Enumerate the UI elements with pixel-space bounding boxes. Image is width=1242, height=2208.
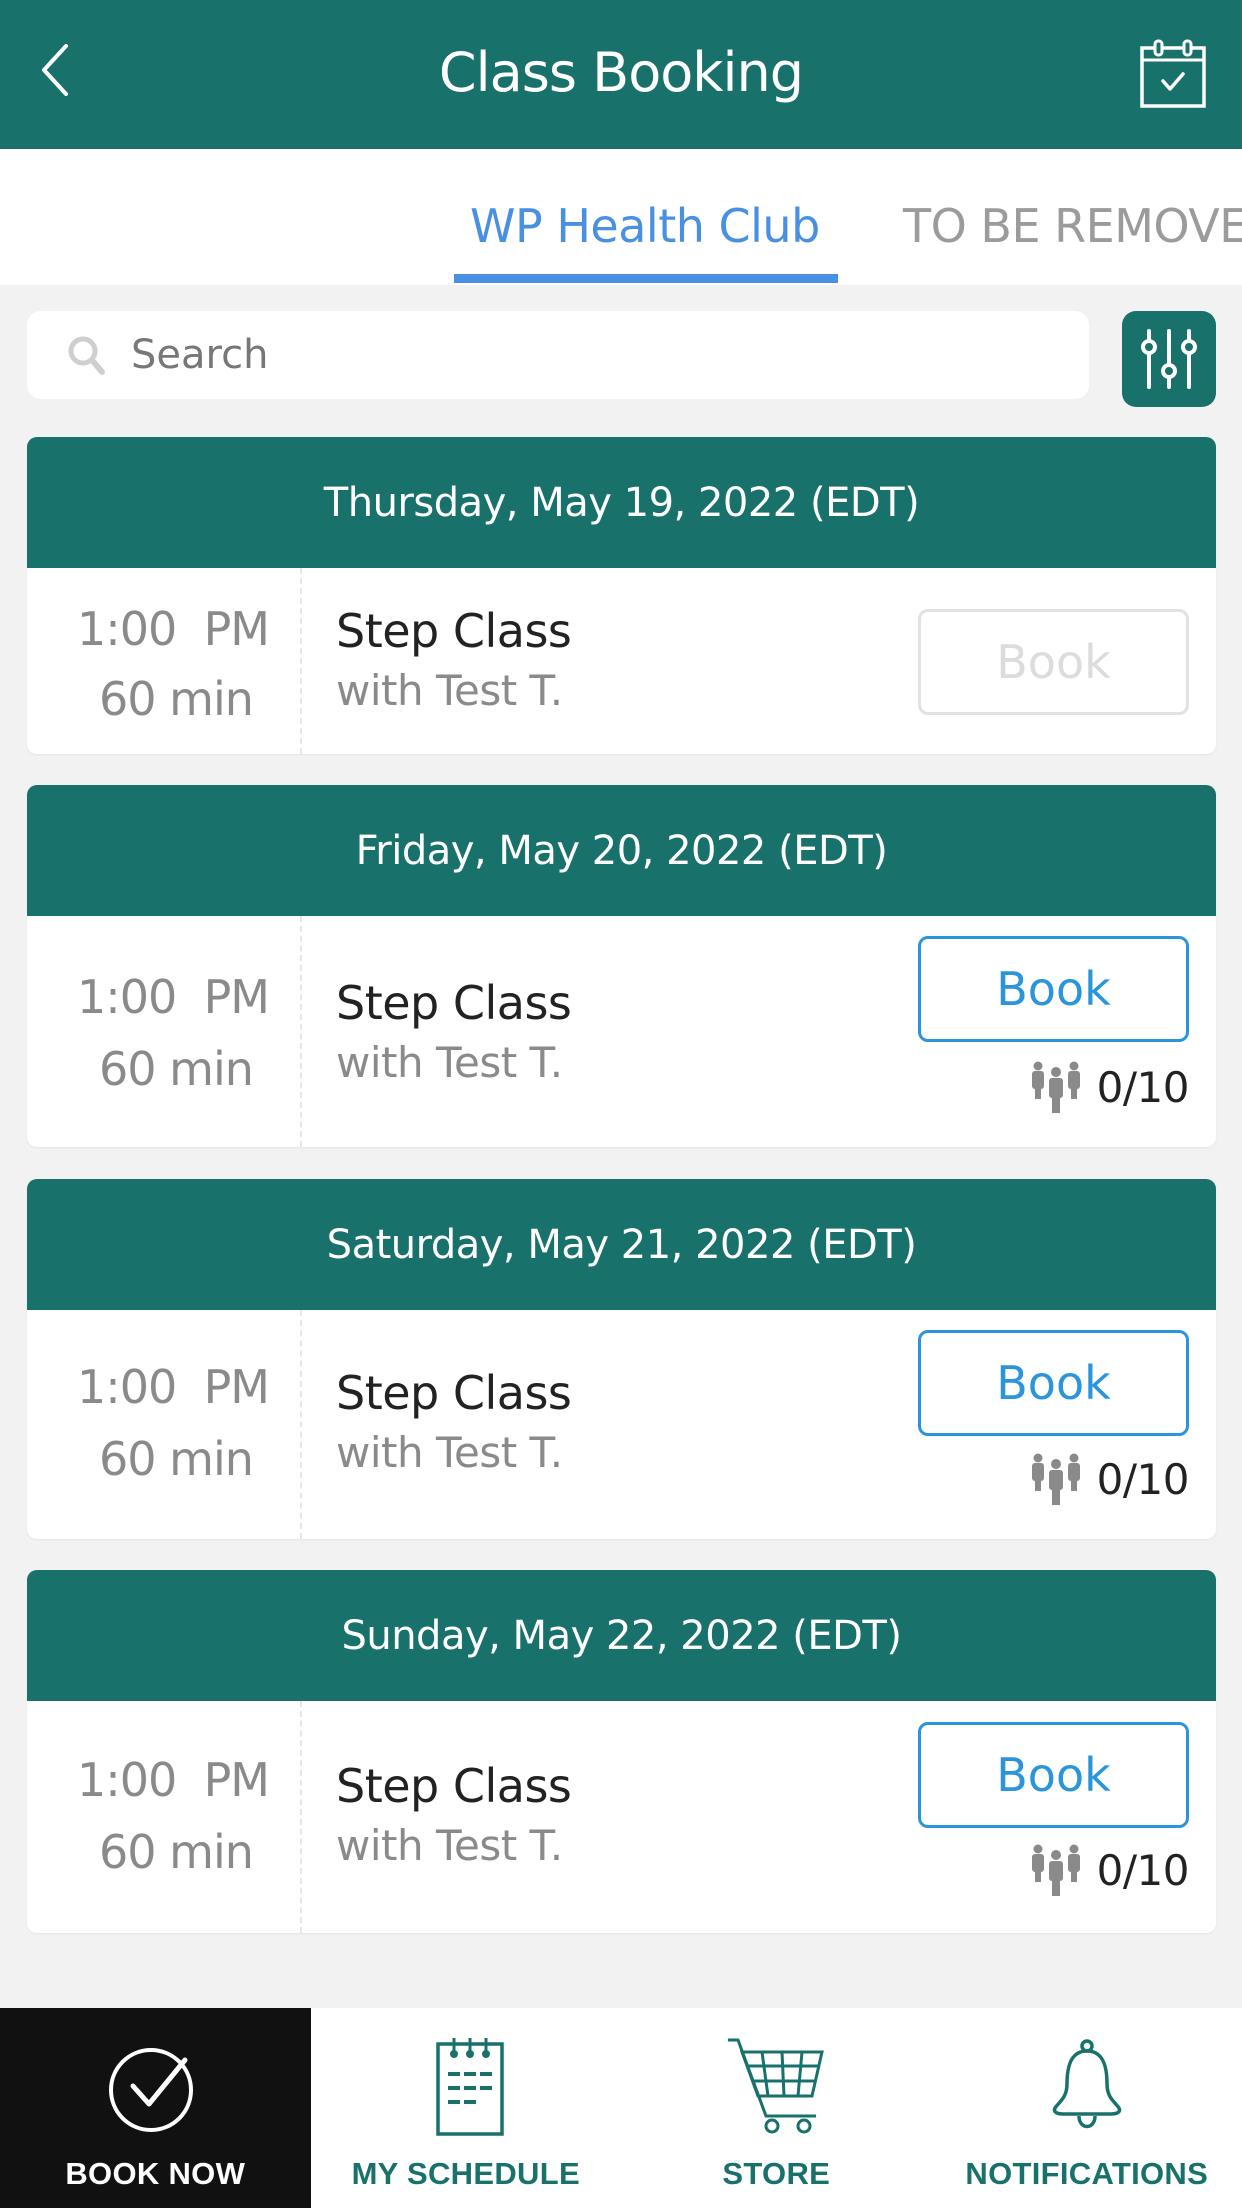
day-card: Sunday, May 22, 2022 (EDT) 1:00 PM 60 mi… bbox=[27, 1570, 1216, 1933]
people-icon bbox=[1031, 1061, 1080, 1113]
shopping-cart-icon bbox=[728, 2038, 825, 2134]
tab-to-be-removed[interactable]: TO BE REMOVE bbox=[903, 199, 1242, 253]
nav-label: STORE bbox=[722, 2156, 831, 2191]
book-button[interactable]: Book bbox=[918, 1722, 1189, 1828]
nav-my-schedule[interactable]: MY SCHEDULE bbox=[311, 2008, 622, 2208]
page-title: Class Booking bbox=[438, 41, 804, 104]
class-time: 1:00 PM 60 min bbox=[27, 1310, 302, 1539]
book-button[interactable]: Book bbox=[918, 936, 1189, 1042]
class-name: Step Class bbox=[336, 1759, 572, 1813]
capacity-count: 0/10 bbox=[1096, 1454, 1190, 1504]
capacity-count: 0/10 bbox=[1096, 1062, 1190, 1112]
location-tabs: WP Health Club TO BE REMOVE bbox=[0, 149, 1242, 285]
calendar-check-icon bbox=[1140, 39, 1206, 108]
class-info: Step Class with Test T. Book 0/10 bbox=[302, 1310, 1216, 1539]
filter-button[interactable] bbox=[1122, 311, 1216, 407]
class-info: Step Class with Test T. Book 0/10 bbox=[302, 1701, 1216, 1933]
day-header: Sunday, May 22, 2022 (EDT) bbox=[27, 1570, 1216, 1701]
class-info: Step Class with Test T. Book bbox=[302, 568, 1216, 754]
active-tab-indicator bbox=[454, 274, 838, 283]
instructor: with Test T. bbox=[336, 666, 563, 715]
nav-store[interactable]: STORE bbox=[621, 2008, 932, 2208]
capacity: 0/10 bbox=[1029, 1060, 1190, 1114]
nav-notifications[interactable]: NOTIFICATIONS bbox=[932, 2008, 1242, 2208]
people-icon bbox=[1031, 1453, 1080, 1505]
bottom-nav: BOOK NOW MY SCHEDULE STORE NOTIFICATIONS bbox=[0, 2008, 1242, 2208]
class-row: 1:00 PM 60 min Step Class with Test T. B… bbox=[27, 568, 1216, 754]
instructor: with Test T. bbox=[336, 1821, 563, 1870]
app-header: Class Booking bbox=[0, 0, 1242, 149]
class-time: 1:00 PM 60 min bbox=[27, 1701, 302, 1933]
nav-book-now[interactable]: BOOK NOW bbox=[0, 2008, 311, 2208]
class-name: Step Class bbox=[336, 976, 572, 1030]
instructor: with Test T. bbox=[336, 1428, 563, 1477]
class-row: 1:00 PM 60 min Step Class with Test T. B… bbox=[27, 916, 1216, 1147]
book-button[interactable]: Book bbox=[918, 609, 1189, 715]
class-time: 1:00 PM 60 min bbox=[27, 568, 302, 754]
class-info: Step Class with Test T. Book 0/10 bbox=[302, 916, 1216, 1147]
sliders-icon bbox=[1141, 329, 1197, 389]
book-button[interactable]: Book bbox=[918, 1330, 1189, 1436]
start-time: 1:00 PM bbox=[77, 1753, 270, 1807]
day-header: Thursday, May 19, 2022 (EDT) bbox=[27, 437, 1216, 568]
capacity: 0/10 bbox=[1029, 1452, 1190, 1506]
duration: 60 min bbox=[99, 1432, 254, 1486]
search-input[interactable] bbox=[131, 332, 1031, 378]
class-name: Step Class bbox=[336, 604, 572, 658]
nav-label: BOOK NOW bbox=[65, 2156, 246, 2191]
capacity-count: 0/10 bbox=[1096, 1845, 1190, 1895]
nav-label: MY SCHEDULE bbox=[351, 2156, 580, 2191]
chevron-left-icon bbox=[42, 44, 68, 96]
start-time: 1:00 PM bbox=[77, 970, 270, 1024]
bell-icon bbox=[1052, 2039, 1121, 2129]
class-row: 1:00 PM 60 min Step Class with Test T. B… bbox=[27, 1310, 1216, 1539]
day-header: Saturday, May 21, 2022 (EDT) bbox=[27, 1179, 1216, 1310]
calendar-button[interactable] bbox=[1138, 38, 1208, 110]
capacity: 0/10 bbox=[1029, 1843, 1190, 1897]
start-time: 1:00 PM bbox=[77, 1360, 270, 1414]
search-icon bbox=[68, 336, 105, 375]
nav-label: NOTIFICATIONS bbox=[965, 2156, 1209, 2191]
search-bar bbox=[27, 311, 1089, 399]
back-button[interactable] bbox=[36, 38, 76, 98]
duration: 60 min bbox=[99, 1825, 254, 1879]
day-card: Friday, May 20, 2022 (EDT) 1:00 PM 60 mi… bbox=[27, 785, 1216, 1147]
day-header: Friday, May 20, 2022 (EDT) bbox=[27, 785, 1216, 916]
instructor: with Test T. bbox=[336, 1038, 563, 1087]
day-card: Saturday, May 21, 2022 (EDT) 1:00 PM 60 … bbox=[27, 1179, 1216, 1539]
class-name: Step Class bbox=[336, 1366, 572, 1420]
notepad-icon bbox=[436, 2038, 504, 2136]
duration: 60 min bbox=[99, 672, 254, 726]
class-row: 1:00 PM 60 min Step Class with Test T. B… bbox=[27, 1701, 1216, 1933]
people-icon bbox=[1031, 1844, 1080, 1896]
tab-wp-health-club[interactable]: WP Health Club bbox=[470, 199, 820, 253]
class-time: 1:00 PM 60 min bbox=[27, 916, 302, 1147]
start-time: 1:00 PM bbox=[77, 602, 270, 656]
day-card: Thursday, May 19, 2022 (EDT) 1:00 PM 60 … bbox=[27, 437, 1216, 754]
duration: 60 min bbox=[99, 1042, 254, 1096]
check-circle-icon bbox=[109, 2048, 194, 2132]
